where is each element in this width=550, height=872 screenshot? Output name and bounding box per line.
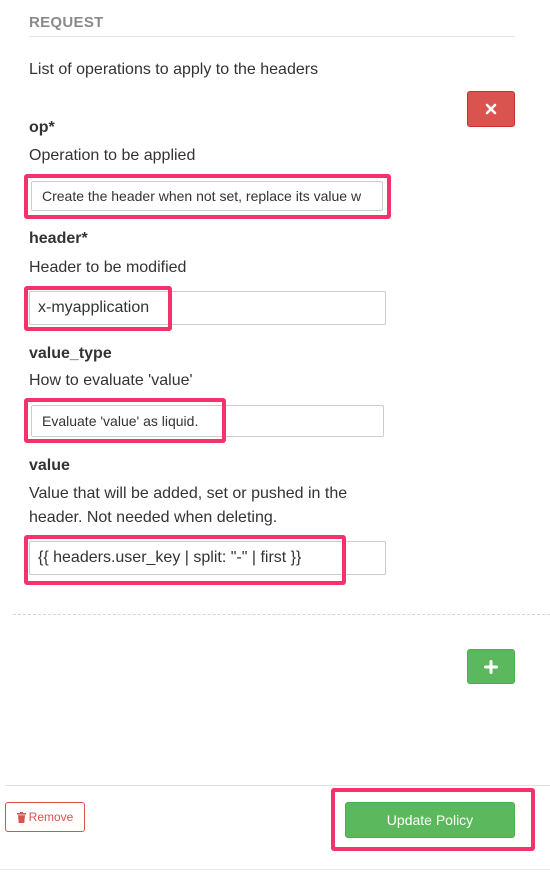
value-type-description: How to evaluate 'value' [29,372,193,389]
dashed-divider [13,614,550,615]
op-select[interactable]: Create the header when not set, replace … [31,181,383,211]
header-description: Header to be modified [29,259,187,276]
header-label: header* [29,230,88,247]
footer-divider [5,785,550,786]
plus-icon [484,659,498,674]
value-label: value [29,457,70,474]
value-description-line1: Value that will be added, set or pushed … [29,485,348,502]
op-description: Operation to be applied [29,147,196,164]
section-divider [29,36,515,37]
op-label: op* [29,119,55,136]
update-policy-label: Update Policy [386,812,474,828]
update-policy-button[interactable]: Update Policy [345,802,515,838]
trash-icon [16,811,26,823]
header-input[interactable]: x-myapplication [29,291,386,325]
value-description-line2: header. Not needed when deleting. [29,509,278,526]
remove-operation-button[interactable] [467,91,515,127]
value-type-select[interactable]: Evaluate 'value' as liquid. [31,405,384,437]
section-title: REQUEST [29,14,104,31]
remove-policy-label: Remove [28,810,74,824]
value-input[interactable]: {{ headers.user_key | split: "-" | first… [29,541,386,575]
value-type-label: value_type [29,345,112,362]
add-operation-button[interactable] [467,649,515,684]
page-bottom-border [0,869,550,870]
times-icon [485,103,497,115]
remove-policy-button[interactable]: Remove [5,802,85,832]
section-description: List of operations to apply to the heade… [29,61,319,78]
